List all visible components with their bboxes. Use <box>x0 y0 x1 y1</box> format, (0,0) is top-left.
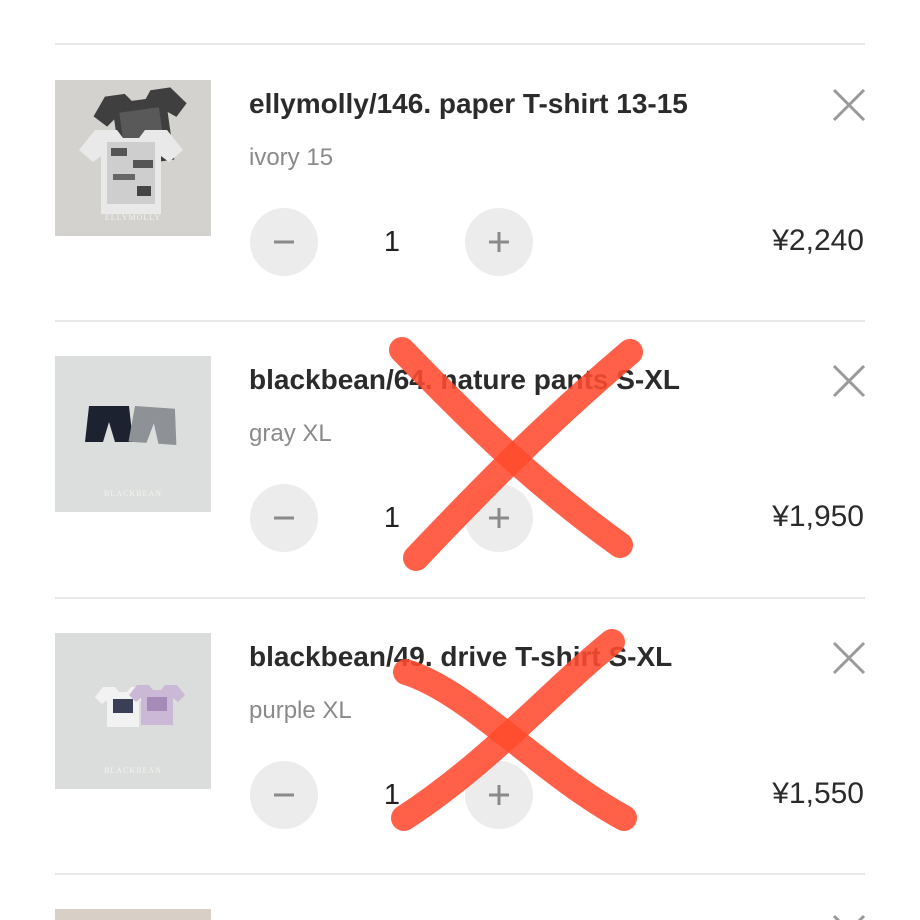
minus-icon <box>274 240 294 244</box>
increase-quantity-button[interactable] <box>465 484 533 552</box>
product-title[interactable]: blackbean/49. drive T-shirt S-XL <box>249 641 672 673</box>
cart-item-blackbean-drive-tshirt: BLACKBEAN blackbean/49. drive T-shirt S-… <box>0 597 920 873</box>
decrease-quantity-button[interactable] <box>250 484 318 552</box>
thumb-brand-label: BLACKBEAN <box>104 489 162 498</box>
item-price: ¥1,550 <box>772 777 864 810</box>
remove-item-button[interactable] <box>830 639 868 677</box>
cart-item-divider <box>55 873 865 875</box>
product-image[interactable]: BLACKBEAN <box>55 356 211 512</box>
quantity-value: 1 <box>383 502 401 534</box>
product-image[interactable]: BLACKBEAN <box>55 633 211 789</box>
plus-icon <box>489 785 509 805</box>
quantity-value: 1 <box>383 779 401 811</box>
remove-item-button[interactable] <box>830 86 868 124</box>
product-title[interactable]: ellymolly/146. paper T-shirt 13-15 <box>249 88 688 120</box>
product-image[interactable]: ELLYMOLLY <box>55 80 211 236</box>
increase-quantity-button[interactable] <box>465 208 533 276</box>
product-variant: purple XL <box>249 697 352 724</box>
next-item-thumbnail-partial[interactable] <box>55 909 211 920</box>
close-icon <box>832 641 866 675</box>
minus-icon <box>274 516 294 520</box>
plus-icon <box>489 508 509 528</box>
product-variant: ivory 15 <box>249 144 334 171</box>
decrease-quantity-button[interactable] <box>250 208 318 276</box>
thumb-brand-label: ELLYMOLLY <box>104 213 162 222</box>
plus-icon <box>489 232 509 252</box>
close-icon <box>832 364 866 398</box>
minus-icon <box>274 793 294 797</box>
product-title[interactable]: blackbean/64. nature pants S-XL <box>249 364 680 396</box>
product-variant: gray XL <box>249 420 332 447</box>
thumb-brand-label: BLACKBEAN <box>104 766 162 775</box>
decrease-quantity-button[interactable] <box>250 761 318 829</box>
cart-item-blackbean-nature-pants: BLACKBEAN blackbean/64. nature pants S-X… <box>0 320 920 596</box>
quantity-value: 1 <box>383 226 401 258</box>
close-icon <box>832 914 866 920</box>
item-price: ¥2,240 <box>772 224 864 257</box>
cart-item-ellymolly-paper-tshirt: ELLYMOLLY ellymolly/146. paper T-shirt 1… <box>0 44 920 320</box>
next-item-close-icon-partial[interactable] <box>830 912 868 920</box>
increase-quantity-button[interactable] <box>465 761 533 829</box>
item-price: ¥1,950 <box>772 500 864 533</box>
remove-item-button[interactable] <box>830 362 868 400</box>
close-icon <box>832 88 866 122</box>
